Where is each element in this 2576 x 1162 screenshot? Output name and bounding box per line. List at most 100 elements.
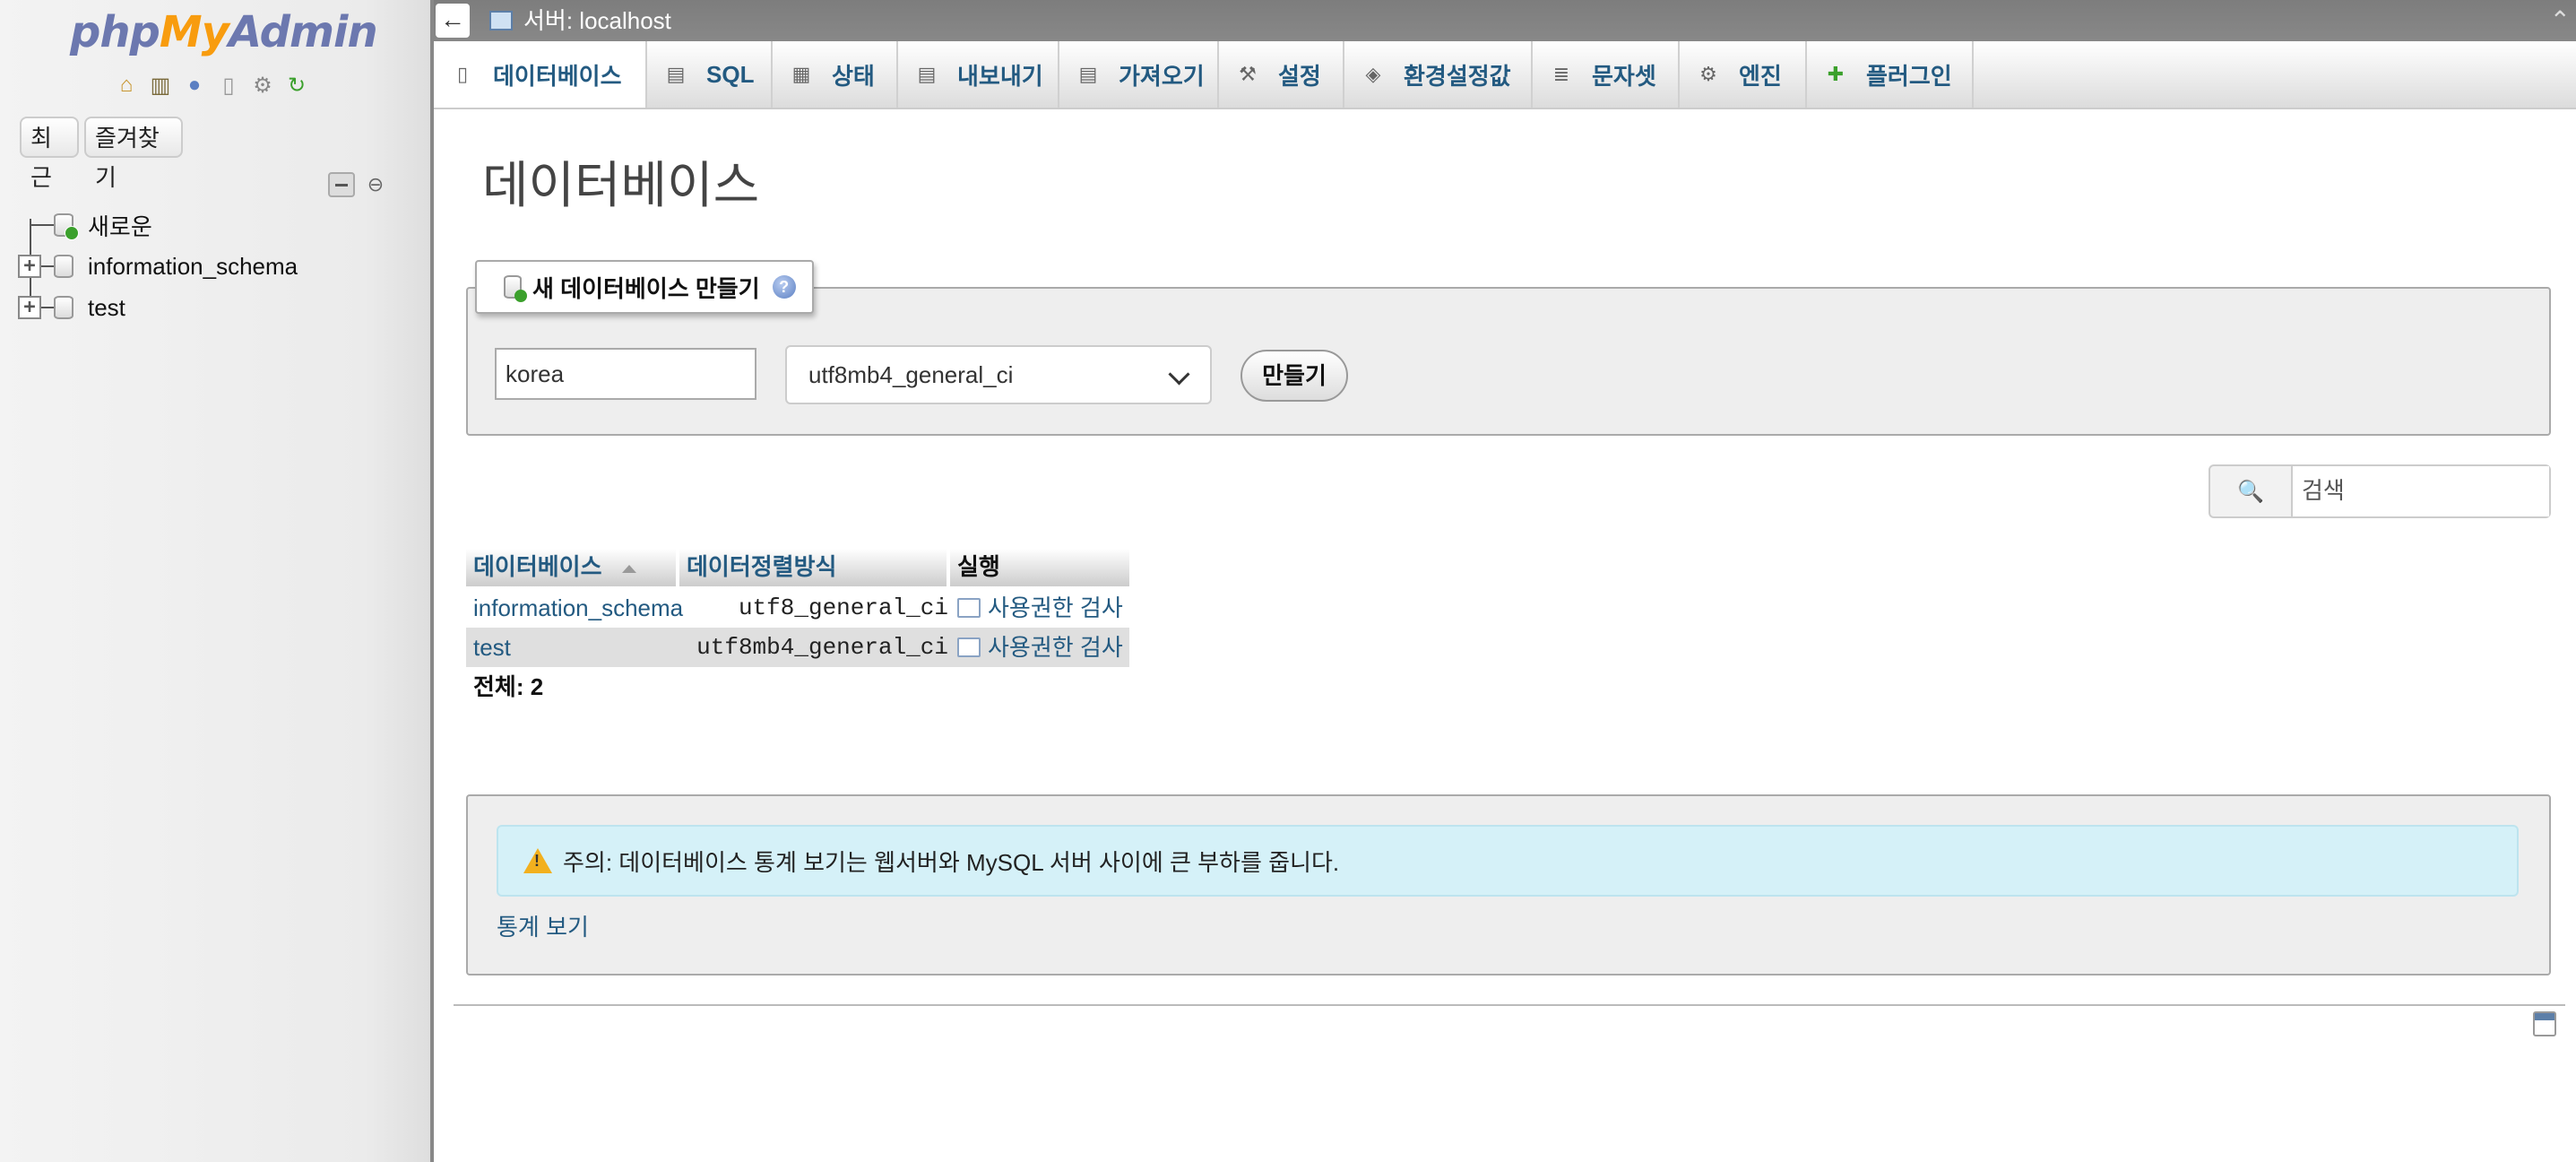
search-filter: 🔍 검색: [2209, 464, 2551, 518]
tree-item-label[interactable]: 새로운: [88, 209, 152, 242]
tab-settings[interactable]: ⚒ 설정: [1219, 41, 1344, 108]
privileges-icon: [957, 637, 981, 657]
home-icon[interactable]: ⌂: [113, 72, 140, 99]
tab-label: 문자셋: [1592, 62, 1656, 90]
tab-engines[interactable]: ⚙ 엔진: [1680, 41, 1807, 108]
logo-part-php: php: [70, 7, 160, 57]
tab-label: 설정: [1278, 62, 1321, 90]
sort-ascending-icon: [621, 564, 636, 573]
top-menu-tabs: ▯ 데이터베이스 ▤ SQL ▦ 상태 ▤ 내보내기 ▤ 가져오기 ⚒ 설정 ◈…: [434, 41, 2576, 109]
console-icon[interactable]: [2533, 1011, 2556, 1036]
back-arrow-icon[interactable]: ←: [436, 4, 470, 38]
check-privileges-link[interactable]: 사용권한 검사: [957, 588, 1123, 628]
engine-icon: ⚙: [1699, 63, 1717, 85]
privileges-icon: [957, 598, 981, 618]
tab-status[interactable]: ▦ 상태: [773, 41, 898, 108]
settings-icon[interactable]: ⚙: [249, 72, 276, 99]
expand-icon[interactable]: +: [18, 296, 41, 319]
tab-databases[interactable]: ▯ 데이터베이스: [434, 41, 647, 108]
server-breadcrumb[interactable]: 서버: localhost: [523, 0, 671, 41]
notice-box: 주의: 데이터베이스 통계 보기는 웹서버와 MySQL 서버 사이에 큰 부하…: [497, 825, 2519, 897]
collapse-all-icon[interactable]: [328, 172, 355, 197]
tab-label: 데이터베이스: [493, 62, 622, 90]
tab-import[interactable]: ▤ 가져오기: [1059, 41, 1219, 108]
tree-branch: [30, 224, 56, 226]
column-header-action: 실행: [950, 549, 1129, 586]
wrench-icon: ⚒: [1239, 63, 1257, 85]
phpmyadmin-logo[interactable]: phpMyAdmin: [70, 7, 378, 57]
search-icon: 🔍: [2237, 479, 2264, 504]
tab-label: 상태: [832, 62, 875, 90]
status-icon: ▦: [791, 63, 811, 85]
database-collation: utf8_general_ci: [738, 594, 948, 621]
link-with-main-icon[interactable]: ⊖: [362, 173, 389, 195]
import-icon: ▤: [1078, 63, 1098, 85]
logout-icon[interactable]: ▥: [147, 72, 174, 99]
create-database-legend: 새 데이터베이스 만들기 ?: [475, 260, 814, 314]
server-icon: [489, 11, 513, 30]
new-database-icon: [54, 213, 79, 240]
tab-sql[interactable]: ▤ SQL: [647, 41, 773, 108]
create-button[interactable]: 만들기: [1240, 350, 1348, 402]
favorites-button[interactable]: 즐겨찾기: [84, 117, 183, 191]
charset-icon: ≣: [1552, 63, 1570, 85]
tree-item-test[interactable]: + test: [0, 287, 430, 328]
enable-statistics-link[interactable]: 통계 보기: [497, 909, 589, 942]
database-icon: ▯: [456, 63, 469, 85]
database-total: 전체: 2: [473, 673, 544, 700]
collation-select[interactable]: utf8mb4_general_ci: [785, 345, 1212, 404]
divider: [454, 1004, 2565, 1006]
notice-text: 주의: 데이터베이스 통계 보기는 웹서버와 MySQL 서버 사이에 큰 부하…: [563, 848, 1340, 876]
database-icon: [54, 296, 73, 319]
action-label: 사용권한 검사: [988, 594, 1123, 621]
table-row: information_schema utf8_general_ci 사용권한 …: [466, 588, 1129, 628]
database-icon: [54, 255, 73, 278]
navigation-panel: phpMyAdmin ⌂ ▥ ● ▯ ⚙ ↻ 최근 즐겨찾기 ⊖ 새로운 + i…: [0, 0, 434, 1162]
warning-icon: [523, 848, 552, 873]
collation-selected-value: utf8mb4_general_ci: [808, 361, 1014, 388]
tab-label: 플러그인: [1866, 62, 1952, 90]
tree-item-label[interactable]: test: [88, 294, 125, 322]
new-database-icon: [504, 275, 527, 302]
tree-branch: [41, 307, 54, 308]
collapse-topbar-icon[interactable]: ⌃: [2550, 0, 2571, 41]
logo-part-admin: Admin: [228, 7, 378, 57]
tab-label: 내보내기: [957, 62, 1043, 90]
column-header-label: 데이터정렬방식: [687, 553, 837, 580]
tab-label: 환경설정값: [1404, 62, 1511, 90]
database-name-link[interactable]: test: [473, 628, 511, 667]
chevron-down-icon: [1168, 363, 1190, 386]
nav-icon-bar: ⌂ ▥ ● ▯ ⚙ ↻: [113, 72, 310, 99]
check-privileges-link[interactable]: 사용권한 검사: [957, 628, 1123, 667]
help-icon[interactable]: ?: [772, 275, 796, 299]
tab-label: 가져오기: [1119, 62, 1205, 90]
tab-label: SQL: [706, 60, 755, 88]
column-header-collation[interactable]: 데이터정렬방식: [679, 549, 947, 586]
tab-label: 엔진: [1739, 62, 1782, 90]
docs-icon[interactable]: ▯: [215, 72, 242, 99]
recent-button[interactable]: 최근: [20, 117, 79, 191]
page-title: 데이터베이스: [482, 157, 760, 213]
reload-icon[interactable]: ↻: [283, 72, 310, 99]
tree-item-label[interactable]: information_schema: [88, 253, 298, 281]
logo-part-my: My: [159, 7, 229, 57]
help-icon[interactable]: ●: [181, 72, 208, 99]
tree-item-new[interactable]: 새로운: [0, 204, 430, 246]
server-breadcrumb-bar: ← 서버: localhost ⌃: [434, 0, 2576, 41]
search-input[interactable]: 검색: [2291, 466, 2549, 516]
tab-plugins[interactable]: ✚ 플러그인: [1807, 41, 1974, 108]
action-label: 사용권한 검사: [988, 634, 1123, 661]
expand-icon[interactable]: +: [18, 255, 41, 278]
create-database-title: 새 데이터베이스 만들기: [532, 274, 760, 302]
database-name-link[interactable]: information_schema: [473, 588, 683, 628]
column-header-label: 데이터베이스: [473, 553, 602, 580]
database-collation: utf8mb4_general_ci: [696, 634, 948, 661]
sql-icon: ▤: [666, 63, 686, 85]
tree-branch: [41, 265, 54, 267]
database-name-input[interactable]: korea: [495, 348, 756, 400]
tab-charset[interactable]: ≣ 문자셋: [1533, 41, 1680, 108]
tree-item-information-schema[interactable]: + information_schema: [0, 246, 430, 287]
column-header-database[interactable]: 데이터베이스: [466, 549, 676, 586]
tab-variables[interactable]: ◈ 환경설정값: [1344, 41, 1533, 108]
tab-export[interactable]: ▤ 내보내기: [898, 41, 1059, 108]
